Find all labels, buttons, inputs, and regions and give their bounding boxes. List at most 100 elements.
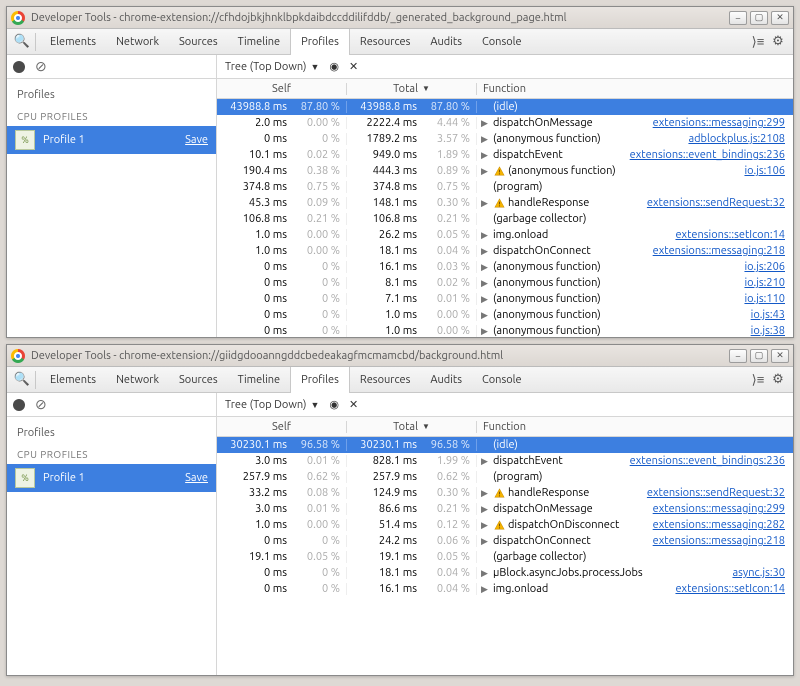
expand-icon[interactable]: ▶	[481, 230, 490, 241]
close-button[interactable]: ✕	[771, 11, 789, 25]
source-link[interactable]: async.js:30	[732, 567, 793, 579]
source-link[interactable]: extensions::event_bindings:236	[630, 455, 793, 467]
tab-audits[interactable]: Audits	[420, 367, 472, 393]
source-link[interactable]: io.js:106	[744, 165, 793, 177]
profile-item[interactable]: %Profile 1Save	[7, 464, 216, 492]
expand-icon[interactable]: ▶	[481, 262, 490, 273]
profile-row[interactable]: 10.1 ms0.02 %949.0 ms1.89 %▶dispatchEven…	[217, 147, 793, 163]
profile-row[interactable]: 33.2 ms0.08 %124.9 ms0.30 %▶handleRespon…	[217, 485, 793, 501]
source-link[interactable]: extensions::messaging:299	[653, 503, 793, 515]
expand-icon[interactable]: ▶	[481, 198, 490, 209]
tab-timeline[interactable]: Timeline	[228, 29, 291, 55]
source-link[interactable]: io.js:38	[751, 325, 793, 337]
source-link[interactable]: extensions::messaging:218	[653, 245, 793, 257]
col-total[interactable]: Total ▼	[347, 83, 477, 95]
expand-icon[interactable]: ▶	[481, 278, 490, 289]
source-link[interactable]: extensions::sendRequest:32	[647, 197, 793, 209]
expand-icon[interactable]: ▶	[481, 536, 490, 547]
expand-icon[interactable]: ▶	[481, 118, 490, 129]
tab-audits[interactable]: Audits	[420, 29, 472, 55]
titlebar[interactable]: Developer Tools - chrome-extension://gii…	[7, 345, 793, 367]
col-function[interactable]: Function	[477, 83, 793, 95]
col-self[interactable]: Self	[217, 83, 347, 95]
expand-icon[interactable]: ▶	[481, 134, 490, 145]
source-link[interactable]: extensions::sendRequest:32	[647, 487, 793, 499]
expand-icon[interactable]: ▶	[481, 150, 490, 161]
profile-row[interactable]: 43988.8 ms87.80 %43988.8 ms87.80 %(idle)	[217, 99, 793, 115]
profile-row[interactable]: 0 ms0 %7.1 ms0.01 %▶(anonymous function)…	[217, 291, 793, 307]
col-self[interactable]: Self	[217, 421, 347, 433]
source-link[interactable]: io.js:110	[744, 293, 793, 305]
expand-icon[interactable]: ▶	[481, 294, 490, 305]
tab-profiles[interactable]: Profiles	[290, 367, 350, 393]
clear-icon[interactable]: ⊘	[35, 396, 47, 413]
profile-row[interactable]: 0 ms0 %8.1 ms0.02 %▶(anonymous function)…	[217, 275, 793, 291]
tab-elements[interactable]: Elements	[40, 29, 106, 55]
profile-row[interactable]: 0 ms0 %16.1 ms0.04 %▶img.onloadextension…	[217, 581, 793, 597]
tab-sources[interactable]: Sources	[169, 367, 228, 393]
record-button[interactable]	[13, 399, 25, 411]
profile-row[interactable]: 2.0 ms0.00 %2222.4 ms4.44 %▶dispatchOnMe…	[217, 115, 793, 131]
expand-icon[interactable]: ▶	[481, 488, 490, 499]
profile-table[interactable]: 43988.8 ms87.80 %43988.8 ms87.80 %(idle)…	[217, 99, 793, 337]
source-link[interactable]: io.js:210	[744, 277, 793, 289]
source-link[interactable]: extensions::setIcon:14	[675, 583, 793, 595]
profile-row[interactable]: 0 ms0 %1.0 ms0.00 %▶(anonymous function)…	[217, 307, 793, 323]
profile-row[interactable]: 0 ms0 %1789.2 ms3.57 %▶(anonymous functi…	[217, 131, 793, 147]
minimize-button[interactable]: –	[729, 11, 747, 25]
expand-icon[interactable]: ▶	[481, 520, 490, 531]
save-link[interactable]: Save	[185, 134, 208, 146]
drawer-toggle-icon[interactable]: ⟩≡	[749, 371, 767, 389]
drawer-toggle-icon[interactable]: ⟩≡	[749, 33, 767, 51]
col-total[interactable]: Total ▼	[347, 421, 477, 433]
record-button[interactable]	[13, 61, 25, 73]
source-link[interactable]: extensions::event_bindings:236	[630, 149, 793, 161]
expand-icon[interactable]: ▶	[481, 584, 490, 595]
profile-table[interactable]: 30230.1 ms96.58 %30230.1 ms96.58 %(idle)…	[217, 437, 793, 675]
profile-item[interactable]: %Profile 1Save	[7, 126, 216, 154]
profile-row[interactable]: 1.0 ms0.00 %18.1 ms0.04 %▶dispatchOnConn…	[217, 243, 793, 259]
tab-console[interactable]: Console	[472, 367, 532, 393]
source-link[interactable]: io.js:43	[751, 309, 793, 321]
profile-row[interactable]: 374.8 ms0.75 %374.8 ms0.75 %(program)	[217, 179, 793, 195]
tab-sources[interactable]: Sources	[169, 29, 228, 55]
view-mode-select[interactable]: Tree (Top Down) ▼	[225, 399, 319, 411]
profile-row[interactable]: 3.0 ms0.01 %86.6 ms0.21 %▶dispatchOnMess…	[217, 501, 793, 517]
search-icon[interactable]: 🔍	[13, 33, 31, 51]
view-mode-select[interactable]: Tree (Top Down) ▼	[225, 61, 319, 73]
profile-row[interactable]: 0 ms0 %24.2 ms0.06 %▶dispatchOnConnectex…	[217, 533, 793, 549]
profile-row[interactable]: 30230.1 ms96.58 %30230.1 ms96.58 %(idle)	[217, 437, 793, 453]
tab-resources[interactable]: Resources	[350, 29, 420, 55]
col-function[interactable]: Function	[477, 421, 793, 433]
maximize-button[interactable]: ▢	[750, 11, 768, 25]
close-icon[interactable]: ✕	[349, 60, 358, 73]
tab-elements[interactable]: Elements	[40, 367, 106, 393]
titlebar[interactable]: Developer Tools - chrome-extension://cfh…	[7, 7, 793, 29]
profile-row[interactable]: 190.4 ms0.38 %444.3 ms0.89 %▶(anonymous …	[217, 163, 793, 179]
source-link[interactable]: extensions::setIcon:14	[675, 229, 793, 241]
profile-row[interactable]: 0 ms0 %1.0 ms0.00 %▶(anonymous function)…	[217, 323, 793, 337]
expand-icon[interactable]: ▶	[481, 310, 490, 321]
tab-network[interactable]: Network	[106, 367, 169, 393]
focus-icon[interactable]: ◉	[329, 60, 339, 73]
profile-row[interactable]: 45.3 ms0.09 %148.1 ms0.30 %▶handleRespon…	[217, 195, 793, 211]
close-button[interactable]: ✕	[771, 349, 789, 363]
tab-console[interactable]: Console	[472, 29, 532, 55]
profile-row[interactable]: 1.0 ms0.00 %51.4 ms0.12 %▶dispatchOnDisc…	[217, 517, 793, 533]
source-link[interactable]: io.js:206	[744, 261, 793, 273]
clear-icon[interactable]: ⊘	[35, 58, 47, 75]
expand-icon[interactable]: ▶	[481, 246, 490, 257]
source-link[interactable]: extensions::messaging:282	[653, 519, 793, 531]
tab-profiles[interactable]: Profiles	[290, 29, 350, 55]
tab-timeline[interactable]: Timeline	[228, 367, 291, 393]
focus-icon[interactable]: ◉	[329, 398, 339, 411]
save-link[interactable]: Save	[185, 472, 208, 484]
profile-row[interactable]: 1.0 ms0.00 %26.2 ms0.05 %▶img.onloadexte…	[217, 227, 793, 243]
expand-icon[interactable]: ▶	[481, 568, 490, 579]
expand-icon[interactable]: ▶	[481, 326, 490, 337]
source-link[interactable]: adblockplus.js:2108	[688, 133, 793, 145]
tab-network[interactable]: Network	[106, 29, 169, 55]
expand-icon[interactable]: ▶	[481, 504, 490, 515]
expand-icon[interactable]: ▶	[481, 166, 490, 177]
source-link[interactable]: extensions::messaging:299	[653, 117, 793, 129]
